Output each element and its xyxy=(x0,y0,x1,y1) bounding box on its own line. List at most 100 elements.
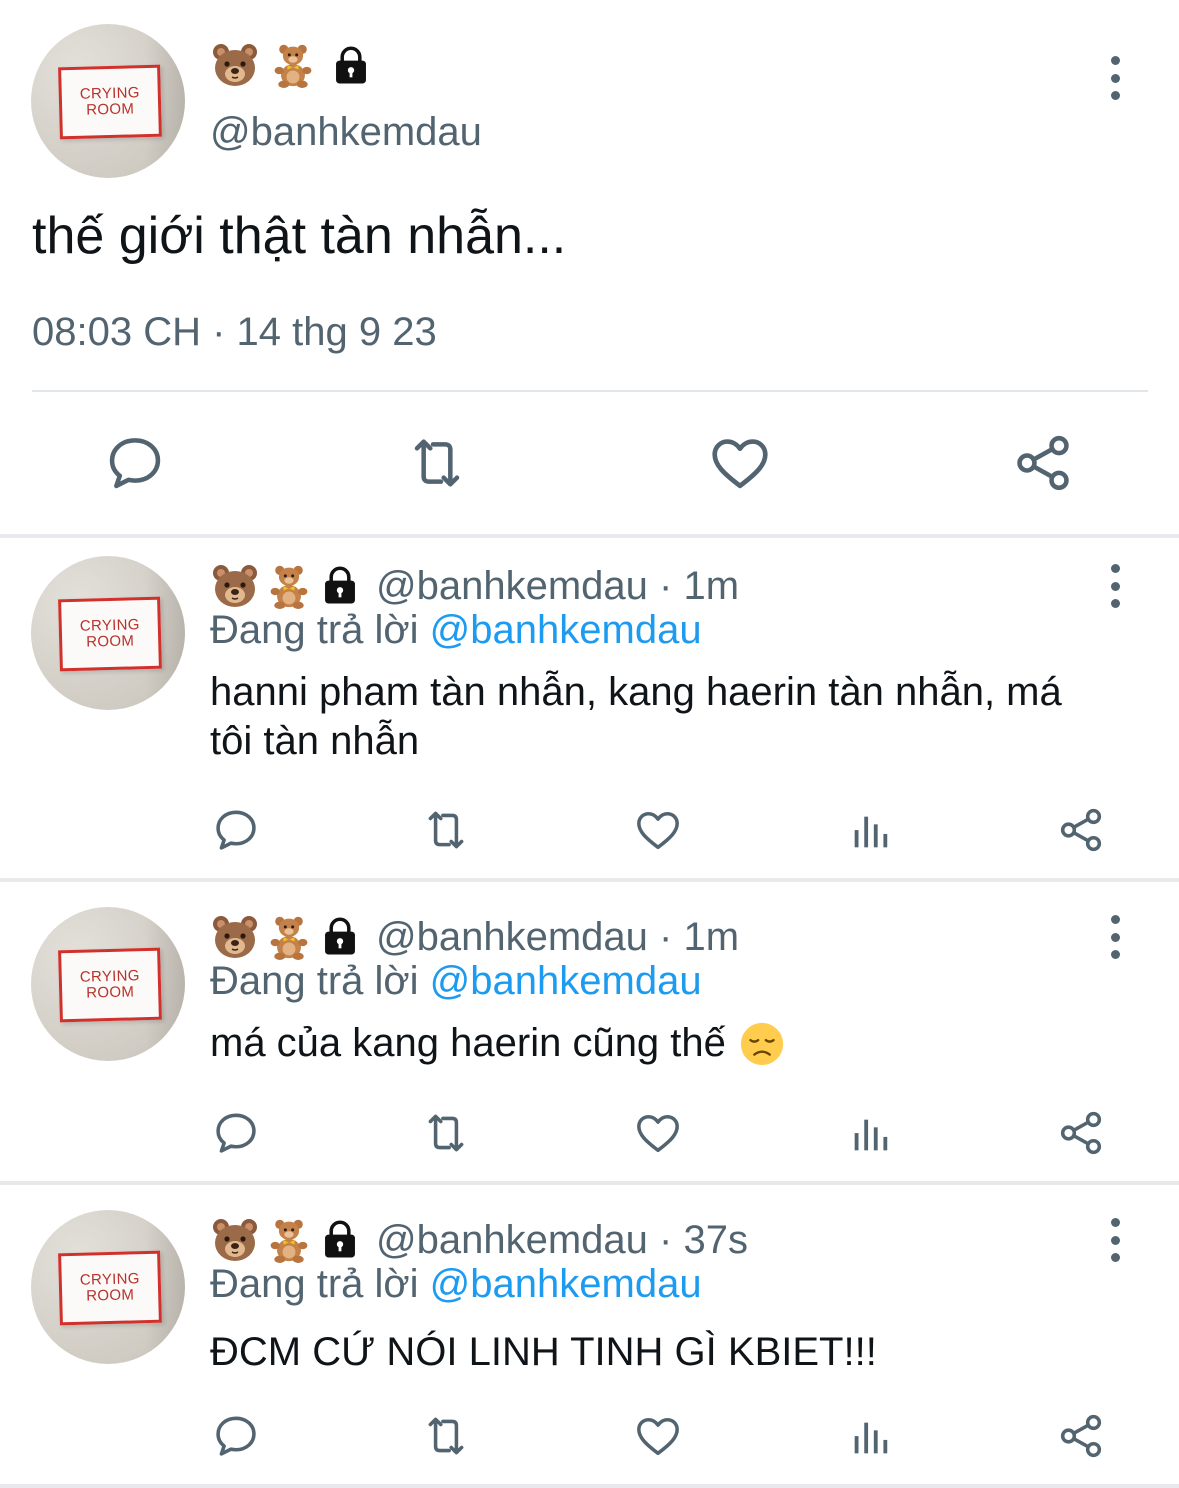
reply-text: má của kang haerin cũng thế xyxy=(210,1021,726,1065)
more-icon[interactable] xyxy=(1105,56,1125,100)
reply-button[interactable] xyxy=(210,804,262,856)
reply-time[interactable]: 1m xyxy=(683,564,739,609)
replying-prefix: Đang trả lời xyxy=(210,608,419,652)
lock-icon xyxy=(326,40,376,90)
tweet-timestamp[interactable]: 08:03 CH · 14 thg 9 23 xyxy=(32,310,437,355)
bear-face-icon xyxy=(210,1215,260,1265)
replying-to-link[interactable]: @banhkemdau xyxy=(430,608,702,652)
share-button[interactable] xyxy=(1055,804,1107,856)
like-button[interactable] xyxy=(632,1107,684,1159)
avatar-sign-line-2: ROOM xyxy=(86,100,135,119)
like-button[interactable] xyxy=(632,804,684,856)
retweet-icon xyxy=(405,431,469,495)
like-icon xyxy=(633,1411,683,1461)
avatar-sign-line-2: ROOM xyxy=(86,1286,135,1305)
avatar[interactable]: CRYING ROOM xyxy=(31,556,185,710)
avatar[interactable]: CRYING ROOM xyxy=(31,24,185,178)
views-icon xyxy=(847,809,893,855)
replying-to: Đang trả lời @banhkemdau xyxy=(210,1262,702,1307)
reply-text: ĐCM CỨ NÓI LINH TINH GÌ KBIET!!! xyxy=(210,1330,877,1374)
more-icon[interactable] xyxy=(1105,1218,1125,1262)
reply-time[interactable]: 37s xyxy=(683,1218,748,1263)
share-button[interactable] xyxy=(1055,1107,1107,1159)
views-button[interactable] xyxy=(844,1412,896,1464)
like-button[interactable] xyxy=(705,428,775,498)
retweet-icon xyxy=(421,1411,471,1461)
replying-to-link[interactable]: @banhkemdau xyxy=(430,959,702,1003)
share-icon xyxy=(1056,1108,1106,1158)
reply-header: @banhkemdau · 1m xyxy=(210,907,739,967)
teddy-bear-icon xyxy=(266,912,312,962)
avatar-sign: CRYING ROOM xyxy=(58,596,162,672)
tweet-text: thế giới thật tàn nhẫn... xyxy=(32,207,567,265)
display-name[interactable] xyxy=(210,912,362,962)
display-name[interactable] xyxy=(210,1215,362,1265)
replying-to: Đang trả lời @banhkemdau xyxy=(210,608,702,653)
avatar-sign: CRYING ROOM xyxy=(58,1250,162,1326)
disappointed-face-icon xyxy=(738,1020,786,1068)
bear-face-icon xyxy=(210,561,260,611)
replying-to-link[interactable]: @banhkemdau xyxy=(430,1262,702,1306)
bear-face-icon xyxy=(210,40,260,90)
divider xyxy=(0,878,1179,882)
author-handle[interactable]: @banhkemdau xyxy=(376,915,648,960)
lock-icon xyxy=(318,561,362,609)
reply-button[interactable] xyxy=(210,1107,262,1159)
views-icon xyxy=(847,1112,893,1158)
views-button[interactable] xyxy=(844,1109,896,1161)
lock-icon xyxy=(318,1215,362,1263)
share-button[interactable] xyxy=(1008,428,1078,498)
teddy-bear-icon xyxy=(266,561,312,611)
reply-button[interactable] xyxy=(210,1410,262,1462)
share-icon xyxy=(1056,1411,1106,1461)
reply-time[interactable]: 1m xyxy=(683,915,739,960)
divider xyxy=(32,390,1148,392)
like-icon xyxy=(633,805,683,855)
replying-prefix: Đang trả lời xyxy=(210,959,419,1003)
reply-icon xyxy=(103,431,167,495)
separator: · xyxy=(647,563,684,608)
more-icon[interactable] xyxy=(1105,915,1125,959)
reply-icon xyxy=(211,1108,261,1158)
retweet-icon xyxy=(421,1108,471,1158)
reply-button[interactable] xyxy=(100,428,170,498)
replying-to: Đang trả lời @banhkemdau xyxy=(210,959,702,1004)
lock-icon xyxy=(318,912,362,960)
avatar-sign: CRYING ROOM xyxy=(58,947,162,1023)
author-handle[interactable]: @banhkemdau xyxy=(376,564,648,609)
divider xyxy=(0,1181,1179,1185)
share-button[interactable] xyxy=(1055,1410,1107,1462)
divider xyxy=(0,1484,1179,1488)
author-handle[interactable]: @banhkemdau xyxy=(210,110,482,155)
separator: · xyxy=(647,1217,684,1262)
reply-text-wrap: má của kang haerin cũng thế xyxy=(210,1019,1110,1068)
display-name[interactable] xyxy=(210,40,376,90)
views-icon xyxy=(847,1415,893,1461)
display-name[interactable] xyxy=(210,561,362,611)
share-icon xyxy=(1056,805,1106,855)
avatar-sign: CRYING ROOM xyxy=(58,64,162,140)
more-icon[interactable] xyxy=(1105,564,1125,608)
separator: · xyxy=(647,914,684,959)
reply-header: @banhkemdau · 37s xyxy=(210,1210,748,1270)
avatar[interactable]: CRYING ROOM xyxy=(31,1210,185,1364)
avatar-sign-line-2: ROOM xyxy=(86,632,135,651)
like-button[interactable] xyxy=(632,1410,684,1462)
avatar-sign-line-2: ROOM xyxy=(86,983,135,1002)
divider xyxy=(0,534,1179,538)
share-icon xyxy=(1011,431,1075,495)
like-icon xyxy=(633,1108,683,1158)
teddy-bear-icon xyxy=(268,40,318,90)
retweet-button[interactable] xyxy=(420,1107,472,1159)
retweet-button[interactable] xyxy=(420,804,472,856)
author-handle[interactable]: @banhkemdau xyxy=(376,1218,648,1263)
retweet-button[interactable] xyxy=(420,1410,472,1462)
retweet-button[interactable] xyxy=(402,428,472,498)
reply-icon xyxy=(211,805,261,855)
retweet-icon xyxy=(421,805,471,855)
avatar[interactable]: CRYING ROOM xyxy=(31,907,185,1061)
views-button[interactable] xyxy=(844,806,896,858)
like-icon xyxy=(707,430,773,496)
reply-icon xyxy=(211,1411,261,1461)
bear-face-icon xyxy=(210,912,260,962)
